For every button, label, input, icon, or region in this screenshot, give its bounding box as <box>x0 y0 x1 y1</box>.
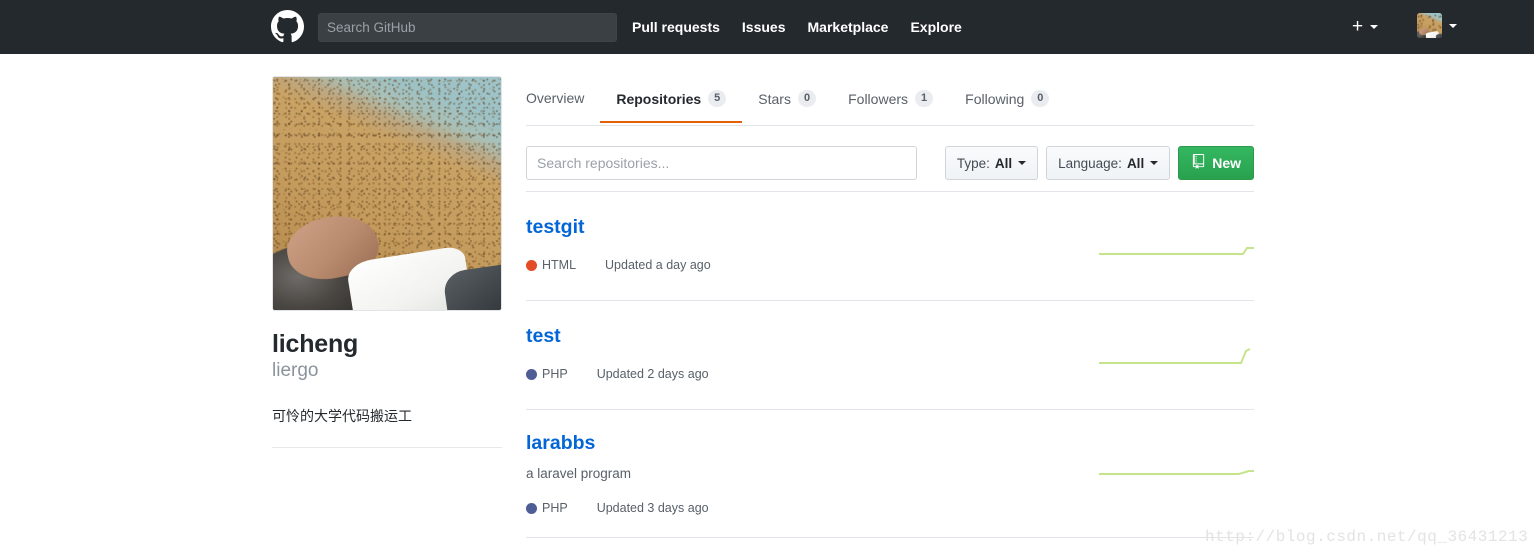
nav-marketplace[interactable]: Marketplace <box>808 19 889 35</box>
chevron-down-icon <box>1018 161 1027 165</box>
table-row: larabbs a laravel program PHP Updated 3 … <box>526 409 1254 537</box>
repository-name-link[interactable]: test <box>526 325 561 348</box>
repository-language: HTML <box>542 258 577 273</box>
search-repositories-input[interactable] <box>526 146 917 180</box>
language-filter-value: All <box>1126 155 1145 171</box>
tab-following[interactable]: Following 0 <box>949 76 1065 122</box>
repo-book-icon <box>1191 154 1206 172</box>
table-row: test PHP Updated 2 days ago <box>526 300 1254 409</box>
repository-language: PHP <box>542 367 568 382</box>
repository-list-bottom-divider <box>526 537 1254 539</box>
tab-label: Following <box>965 90 1025 107</box>
language-color-dot <box>526 368 537 380</box>
tab-count: 0 <box>797 90 817 107</box>
language-filter-label: Language: <box>1058 155 1122 171</box>
repository-updated: Updated 3 days ago <box>596 501 709 516</box>
filter-buttons: Type: All Language: All New <box>944 146 1254 180</box>
repository-description: a laravel program <box>526 466 632 482</box>
create-new-menu[interactable]: + <box>1352 16 1379 37</box>
plus-icon: + <box>1352 16 1364 37</box>
tab-label: Overview <box>526 90 585 106</box>
tab-followers[interactable]: Followers 1 <box>832 76 949 122</box>
avatar <box>1417 13 1442 38</box>
type-filter-button[interactable]: Type: All <box>944 146 1039 180</box>
sidebar-divider <box>272 446 502 448</box>
profile-name: licheng <box>272 330 359 358</box>
tab-label: Stars <box>758 90 791 107</box>
repository-name-link[interactable]: larabbs <box>526 432 595 455</box>
repository-language: PHP <box>542 501 568 516</box>
repository-sparkline <box>1099 247 1254 255</box>
tab-stars[interactable]: Stars 0 <box>742 76 832 122</box>
type-filter-value: All <box>994 155 1013 171</box>
repository-sparkline <box>1099 470 1254 475</box>
user-avatar-large[interactable] <box>272 76 502 311</box>
tab-count: 0 <box>1031 90 1050 107</box>
profile-sidebar: licheng liergo 可怜的大学代码搬运工 <box>272 76 504 448</box>
nav-pull-requests[interactable]: Pull requests <box>632 19 720 35</box>
nav-issues[interactable]: Issues <box>742 19 786 35</box>
nav-explore[interactable]: Explore <box>910 19 961 35</box>
chevron-down-icon <box>1449 23 1457 28</box>
language-color-dot <box>526 502 537 514</box>
tab-count: 1 <box>915 90 934 107</box>
repository-meta: PHP Updated 3 days ago <box>526 501 1254 515</box>
new-repository-label: New <box>1212 155 1241 171</box>
language-filter-button[interactable]: Language: All <box>1046 146 1171 180</box>
chevron-down-icon <box>1150 161 1159 165</box>
header-right-group: + <box>1174 0 1534 54</box>
user-menu[interactable] <box>1417 13 1457 38</box>
tab-label: Repositories <box>616 90 702 107</box>
site-header: Pull requests Issues Marketplace Explore… <box>0 0 1534 54</box>
tab-count: 5 <box>708 90 727 107</box>
repository-sparkline <box>1099 348 1251 364</box>
type-filter-label: Type: <box>956 155 990 171</box>
repository-updated: Updated a day ago <box>605 258 711 273</box>
profile-bio: 可怜的大学代码搬运工 <box>272 407 412 424</box>
profile-login: liergo <box>272 360 319 382</box>
repository-updated: Updated 2 days ago <box>596 367 709 382</box>
chevron-down-icon <box>1370 24 1379 29</box>
github-mark-icon[interactable] <box>271 10 304 43</box>
main-content: Overview Repositories 5 Stars 0 Follower… <box>526 76 1254 539</box>
search-input[interactable] <box>318 13 617 42</box>
tab-label: Followers <box>848 90 909 107</box>
watermark-text: http://blog.csdn.net/qq_36431213 <box>1205 528 1529 546</box>
primary-nav: Pull requests Issues Marketplace Explore <box>632 19 962 35</box>
repository-list: testgit HTML Updated a day ago test PHP … <box>526 191 1254 539</box>
repo-filter-bar: Type: All Language: All New <box>526 146 1254 180</box>
tab-overview[interactable]: Overview <box>526 76 600 121</box>
table-row: testgit HTML Updated a day ago <box>526 191 1254 300</box>
repository-name-link[interactable]: testgit <box>526 216 585 239</box>
language-color-dot <box>526 259 537 271</box>
tab-repositories[interactable]: Repositories 5 <box>600 76 743 123</box>
new-repository-button[interactable]: New <box>1178 146 1254 180</box>
profile-tabs: Overview Repositories 5 Stars 0 Follower… <box>526 76 1254 126</box>
